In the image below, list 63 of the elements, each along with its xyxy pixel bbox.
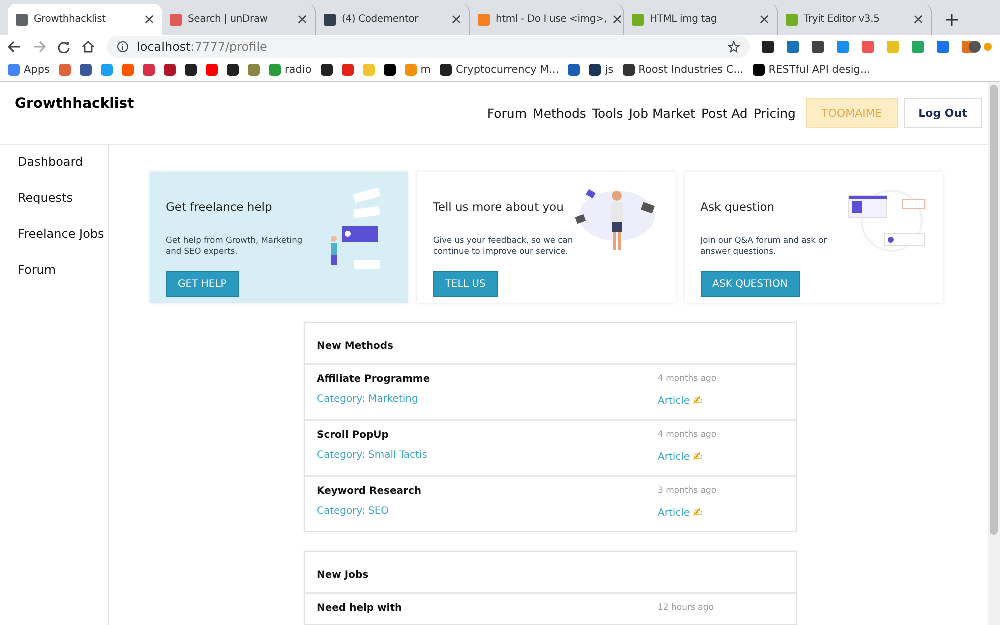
card-text: Join our Q&A forum and ask or answer questions. — [700, 235, 828, 258]
item-time: 12 hours ago — [658, 603, 715, 614]
bookmark-icon[interactable] — [184, 64, 197, 76]
scrollbar[interactable] — [988, 82, 1000, 625]
reload-icon[interactable] — [58, 40, 70, 53]
bookmark-icon[interactable] — [320, 64, 333, 76]
card-text: Get help from Growth, Marketing and SEO experts. — [166, 235, 304, 258]
nav-link[interactable]: Methods — [533, 106, 586, 121]
logout-button[interactable]: Log Out — [904, 98, 982, 128]
bookmark-link[interactable]: radio — [268, 64, 312, 76]
item-time: 4 months ago — [658, 430, 718, 440]
close-icon[interactable] — [145, 15, 154, 24]
sidebar-link[interactable]: Requests — [0, 191, 108, 228]
nav-link[interactable]: Post Ad — [701, 106, 748, 121]
card-title: Get freelance help — [166, 200, 274, 214]
bookmark-link[interactable]: js — [589, 64, 614, 76]
browser-tab[interactable]: (4) Codementor — [316, 4, 470, 36]
nav-link[interactable]: Forum — [487, 106, 528, 121]
close-icon[interactable] — [298, 15, 307, 24]
item-time: 3 months ago — [658, 486, 718, 496]
bookmark-icon[interactable] — [384, 64, 396, 76]
panel-title: New Jobs — [305, 552, 796, 594]
close-icon[interactable] — [760, 15, 769, 24]
bookmark-link[interactable]: RESTful API desig... — [752, 64, 870, 76]
browser-tab[interactable]: Growthhacklist — [8, 4, 162, 36]
address-bar[interactable]: localhost:7777/profile — [107, 36, 750, 58]
item-title[interactable]: Scroll PopUp — [317, 430, 428, 442]
item-title[interactable]: Need help with — [317, 603, 402, 614]
bookmark-link[interactable]: m — [404, 64, 431, 76]
site-logo[interactable]: Growthhacklist — [15, 82, 134, 144]
bookmark-link[interactable]: Apps — [8, 64, 50, 76]
browser-tab[interactable]: Search | unDraw — [162, 4, 316, 36]
close-icon[interactable] — [452, 15, 461, 24]
item-title[interactable]: Keyword Research — [317, 486, 422, 498]
sidebar-link[interactable]: Forum — [0, 263, 108, 300]
home-icon[interactable] — [82, 40, 95, 53]
browser-tab[interactable]: Tryit Editor v3.5 — [778, 4, 932, 36]
browser-tab[interactable]: HTML img tag — [624, 4, 778, 36]
extension-icons-drawing[interactable] — [762, 40, 992, 54]
close-icon[interactable] — [914, 15, 923, 24]
bookmark-icon[interactable] — [226, 64, 239, 76]
panel-title: New Methods — [305, 323, 796, 366]
sidebar-link[interactable]: Dashboard — [0, 155, 108, 192]
close-icon[interactable] — [613, 15, 622, 24]
star-icon[interactable] — [728, 40, 740, 53]
bookmark-link[interactable]: Roost Industries C... — [622, 64, 744, 76]
sidebar-link[interactable]: Freelance Jobs — [0, 227, 108, 264]
bookmark-icon[interactable] — [80, 64, 92, 76]
bookmark-icon[interactable] — [164, 64, 176, 76]
item-time: 4 months ago — [658, 374, 718, 384]
nav-link[interactable]: Job Market — [629, 106, 696, 121]
plus-icon[interactable] — [946, 14, 958, 26]
bookmark-icon[interactable] — [568, 64, 580, 76]
card-text: Give us your feedback, so we can continue to improve our service. — [433, 235, 574, 258]
card-title: Ask question — [700, 200, 776, 214]
item-title[interactable]: Affiliate Programme — [317, 374, 430, 386]
info-icon[interactable] — [117, 40, 129, 53]
nav-link[interactable]: Pricing — [754, 106, 796, 121]
bookmark-link[interactable]: Cryptocurrency M... — [440, 64, 560, 76]
nav-link[interactable]: Tools — [592, 106, 624, 121]
browser-tab[interactable]: html - Do I use <img>, — [470, 4, 624, 36]
back-arrow-icon[interactable] — [8, 40, 21, 53]
card-title: Tell us more about you — [433, 200, 565, 214]
